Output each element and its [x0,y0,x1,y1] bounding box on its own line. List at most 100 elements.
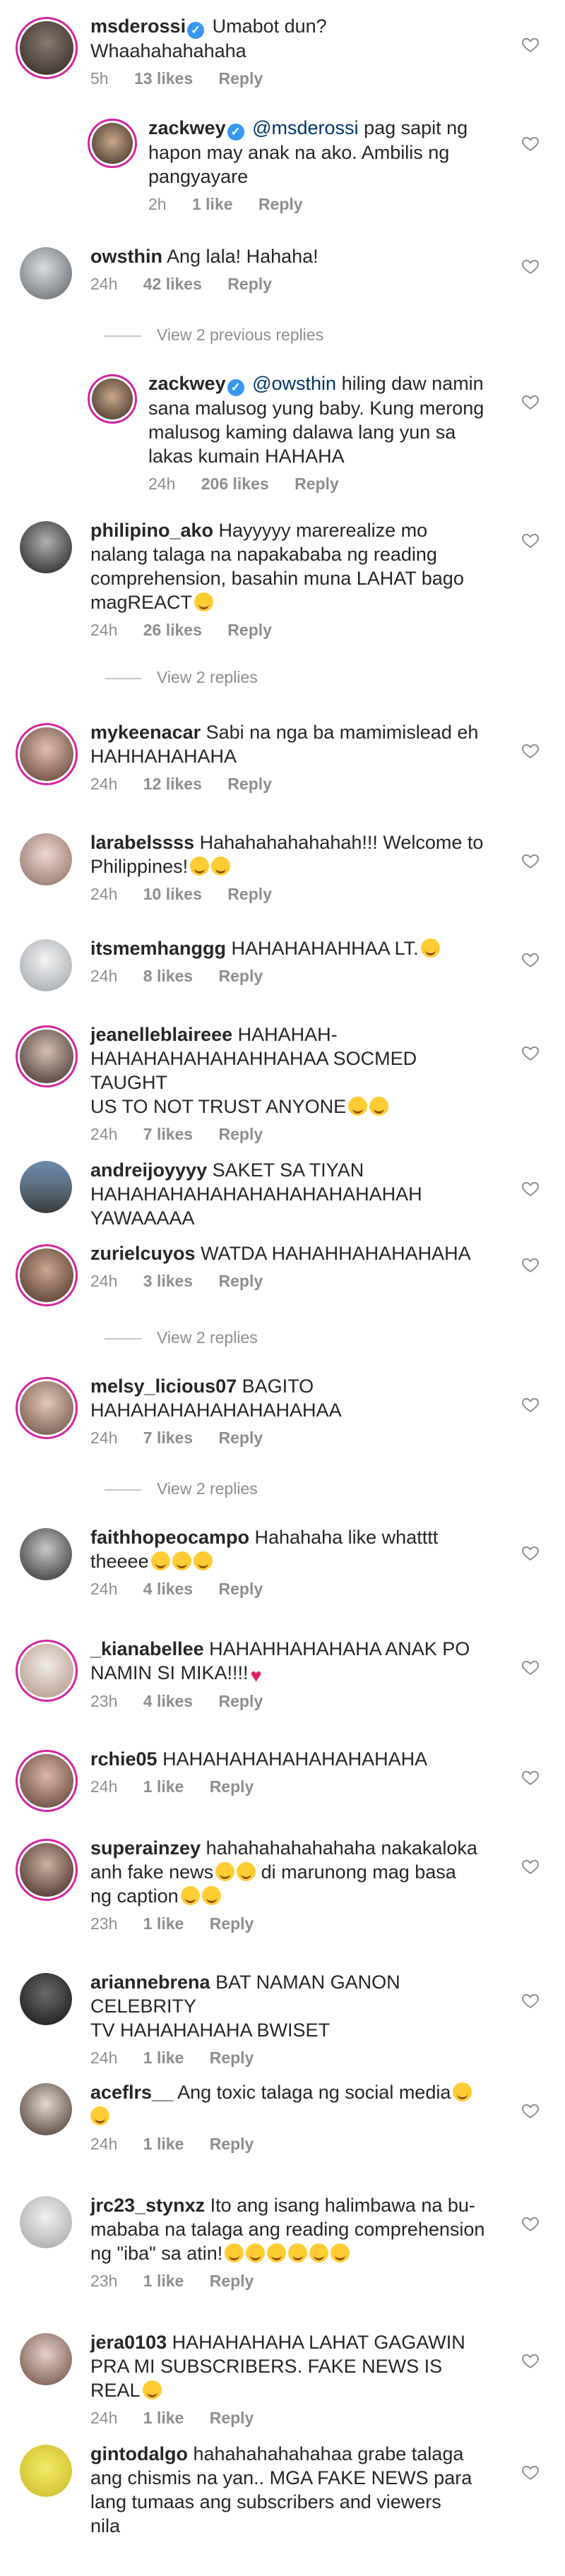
avatar[interactable] [16,1640,78,1702]
reply-button[interactable]: Reply [295,475,339,493]
heart-outline-icon[interactable] [521,1991,540,2010]
heart-outline-icon[interactable] [521,393,540,411]
username[interactable]: zackwey [148,373,226,394]
heart-outline-icon[interactable] [521,2351,540,2370]
avatar[interactable] [20,1528,72,1580]
username[interactable]: gintodalgo [90,2443,188,2464]
avatar[interactable] [20,2083,72,2135]
likes-count[interactable]: 1 like [143,1777,184,1796]
username[interactable]: philipino_ako [90,520,213,541]
avatar[interactable] [20,939,72,991]
likes-count[interactable]: 26 likes [143,621,202,639]
likes-count[interactable]: 1 like [143,2135,184,2153]
avatar[interactable] [20,2333,72,2385]
heart-outline-icon[interactable] [521,950,540,969]
mention-link[interactable]: @msderossi [252,117,358,138]
reply-button[interactable]: Reply [219,1125,263,1143]
avatar[interactable] [16,1244,78,1306]
username[interactable]: larabelssss [90,832,194,853]
likes-count[interactable]: 8 likes [143,967,193,985]
heart-outline-icon[interactable] [521,852,540,870]
reply-button[interactable]: Reply [219,967,263,985]
likes-count[interactable]: 206 likes [201,475,269,493]
avatar[interactable] [16,1750,78,1812]
reply-button[interactable]: Reply [210,2409,254,2427]
avatar[interactable] [16,1025,78,1087]
reply-button[interactable]: Reply [219,1692,263,1710]
heart-outline-icon[interactable] [521,531,540,549]
heart-outline-icon[interactable] [521,2463,540,2481]
likes-count[interactable]: 10 likes [143,885,202,903]
username[interactable]: owsthin [90,246,162,267]
username[interactable]: jera0103 [90,2332,167,2353]
heart-outline-icon[interactable] [521,1544,540,1562]
avatar[interactable] [20,1161,72,1213]
username[interactable]: rchie05 [90,1748,157,1770]
heart-outline-icon[interactable] [521,2101,540,2120]
heart-outline-icon[interactable] [521,1044,540,1062]
likes-count[interactable]: 1 like [143,2049,184,2067]
avatar[interactable] [16,723,78,785]
username[interactable]: msderossi [90,16,186,37]
username[interactable]: itsmemhanggg [90,938,226,959]
username[interactable]: melsy_licious07 [90,1376,237,1397]
avatar[interactable] [16,1377,78,1439]
avatar[interactable] [16,1839,78,1901]
avatar[interactable] [20,833,72,886]
reply-button[interactable]: Reply [227,885,272,903]
username[interactable]: jeanelleblaireee [90,1024,232,1045]
username[interactable]: zurielcuyos [90,1243,196,1264]
reply-button[interactable]: Reply [258,195,303,213]
likes-count[interactable]: 7 likes [143,1125,193,1143]
reply-button[interactable]: Reply [219,69,263,88]
heart-outline-icon[interactable] [521,134,540,153]
likes-count[interactable]: 42 likes [143,275,202,293]
likes-count[interactable]: 13 likes [134,69,193,88]
likes-count[interactable]: 1 like [143,1914,184,1933]
username[interactable]: andreijoyyyy [90,1159,207,1181]
mention-link[interactable]: @owsthin [252,373,336,394]
heart-outline-icon[interactable] [521,35,540,54]
reply-button[interactable]: Reply [210,2135,254,2153]
likes-count[interactable]: 4 likes [143,1692,193,1710]
reply-button[interactable]: Reply [210,1777,254,1796]
reply-button[interactable]: Reply [210,2049,254,2067]
avatar[interactable] [20,521,72,573]
username[interactable]: faithhopeocampo [90,1527,249,1548]
username[interactable]: jrc23_stynxz [90,2195,205,2216]
reply-button[interactable]: Reply [219,1429,263,1447]
avatar[interactable] [88,119,137,168]
username[interactable]: _kianabellee [90,1638,204,1659]
heart-outline-icon[interactable] [521,2214,540,2233]
reply-button[interactable]: Reply [219,1272,263,1290]
reply-button[interactable]: Reply [210,1914,254,1933]
heart-outline-icon[interactable] [521,257,540,275]
heart-outline-icon[interactable] [521,1395,540,1414]
view-replies-button[interactable]: View 2 replies [105,1328,258,1347]
view-replies-button[interactable]: View 2 replies [105,1479,258,1498]
heart-outline-icon[interactable] [521,1768,540,1787]
heart-outline-icon[interactable] [521,1256,540,1274]
heart-outline-icon[interactable] [521,741,540,760]
username[interactable]: ariannebrena [90,1972,210,1993]
username[interactable]: superainzey [90,1837,201,1859]
avatar[interactable] [20,2445,72,2497]
likes-count[interactable]: 3 likes [143,1272,193,1290]
heart-outline-icon[interactable] [521,1658,540,1676]
reply-button[interactable]: Reply [210,2272,254,2290]
username[interactable]: zackwey [148,117,226,138]
avatar[interactable] [20,2196,72,2248]
reply-button[interactable]: Reply [227,621,272,639]
likes-count[interactable]: 7 likes [143,1429,193,1447]
username[interactable]: mykeenacar [90,722,201,743]
avatar[interactable] [20,247,72,299]
reply-button[interactable]: Reply [227,275,272,293]
likes-count[interactable]: 12 likes [143,775,202,793]
view-replies-button[interactable]: View 2 replies [105,667,258,687]
avatar[interactable] [16,17,78,79]
reply-button[interactable]: Reply [219,1580,263,1598]
likes-count[interactable]: 1 like [143,2272,184,2290]
heart-outline-icon[interactable] [521,1179,540,1198]
likes-count[interactable]: 1 like [192,195,233,213]
avatar[interactable] [88,374,137,424]
